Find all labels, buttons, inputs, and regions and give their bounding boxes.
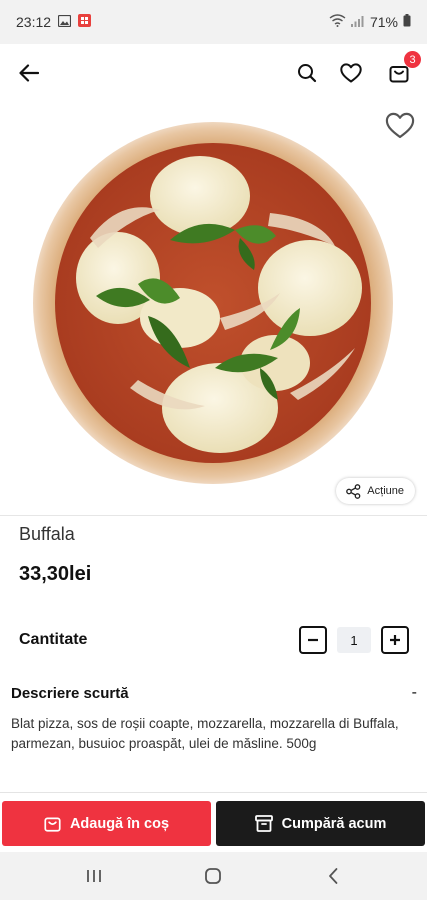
search-button[interactable] [292, 58, 322, 88]
image-divider [0, 515, 427, 516]
battery-percent: 71% [369, 14, 398, 30]
cart-button[interactable]: 3 [384, 51, 421, 88]
wifi-icon [329, 14, 346, 30]
back-button[interactable] [14, 58, 44, 88]
heart-icon [340, 63, 362, 83]
home-button[interactable] [203, 866, 223, 886]
product-price: 33,30lei [19, 563, 92, 585]
arrow-left-icon [19, 64, 39, 82]
gallery-notification-icon [57, 14, 72, 30]
description-title: Descriere scurtă [11, 684, 129, 702]
status-time: 23:12 [16, 14, 52, 30]
buy-now-button[interactable]: Cumpără acum [216, 801, 425, 846]
minus-icon [308, 638, 318, 642]
status-left: 23:12 [16, 14, 92, 30]
buy-now-label: Cumpără acum [281, 815, 387, 832]
status-right: 71% [329, 14, 411, 30]
description-text: Blat pizza, sos de roșii coapte, mozzare… [11, 716, 399, 751]
signal-icon [350, 14, 365, 30]
product-name: Buffala [19, 524, 75, 544]
decrease-quantity-button[interactable] [299, 626, 327, 654]
add-to-cart-button[interactable]: Adaugă în coș [2, 801, 211, 846]
system-nav-bar [0, 852, 427, 900]
shopping-bag-icon [389, 66, 409, 83]
quantity-stepper: 1 [299, 626, 409, 654]
share-button[interactable]: Acțiune [336, 478, 415, 504]
search-icon [298, 64, 317, 83]
share-label: Acțiune [367, 485, 404, 497]
description-collapse-toggle[interactable]: - [412, 684, 417, 702]
quantity-value[interactable]: 1 [337, 627, 371, 653]
quantity-label: Cantitate [19, 631, 88, 648]
recent-apps-button[interactable] [84, 866, 104, 886]
heart-icon [385, 112, 415, 138]
archive-box-icon [254, 815, 273, 832]
shopping-bag-icon [44, 817, 61, 832]
description-header[interactable]: Descriere scurtă - [11, 684, 417, 702]
plus-icon [390, 635, 400, 645]
quantity-row: Cantitate 1 [19, 624, 409, 656]
home-icon [205, 868, 221, 884]
product-image-area: Acțiune [0, 102, 427, 514]
share-icon [346, 483, 361, 499]
top-app-bar: 3 [0, 44, 427, 102]
increase-quantity-button[interactable] [381, 626, 409, 654]
battery-icon [403, 14, 411, 30]
wishlist-button[interactable] [336, 58, 366, 88]
status-bar: 23:12 71% [0, 0, 427, 44]
product-image [33, 122, 393, 484]
system-back-button[interactable] [323, 866, 343, 886]
image-wishlist-button[interactable] [383, 108, 417, 142]
cart-count-badge: 3 [404, 51, 421, 68]
recent-apps-icon [87, 870, 101, 882]
bottom-action-bar: Adaugă în coș Cumpără acum [0, 792, 427, 852]
app-notification-icon [78, 14, 92, 30]
add-to-cart-label: Adaugă în coș [69, 815, 170, 832]
chevron-left-icon [329, 868, 338, 884]
